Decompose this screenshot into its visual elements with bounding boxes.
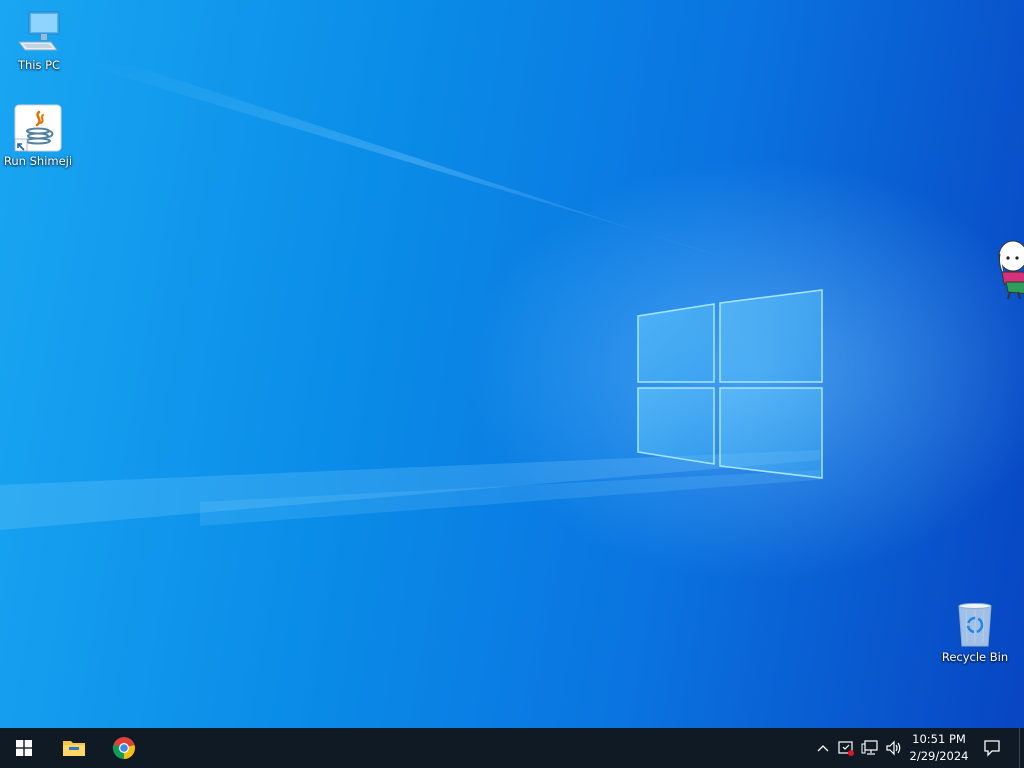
taskbar: 10:51 PM 2/29/2024 [0, 728, 1024, 768]
desktop-icon-run-shimeji[interactable]: Run Shimeji [0, 104, 76, 168]
taskbar-file-explorer[interactable] [50, 728, 98, 768]
java-icon [14, 104, 62, 152]
shimeji-character[interactable] [996, 238, 1024, 300]
taskbar-clock[interactable]: 10:51 PM 2/29/2024 [906, 731, 972, 765]
chrome-icon [112, 737, 135, 759]
show-hidden-icons-button[interactable] [813, 738, 833, 758]
windows-security-icon [838, 741, 854, 756]
notification-icon [984, 740, 1000, 757]
computer-icon [15, 8, 63, 56]
windows-start-icon [16, 740, 32, 756]
taskbar-chrome[interactable] [100, 728, 148, 768]
desktop-icon-recycle-bin[interactable]: Recycle Bin [937, 600, 1013, 664]
light-beam [200, 470, 820, 526]
desktop[interactable]: This PC Run Shimeji Recycle Bin [0, 0, 1024, 728]
file-explorer-icon [63, 741, 85, 756]
windows-logo-wallpaper [637, 289, 823, 479]
volume-icon [886, 740, 901, 756]
windows-security-tray[interactable] [836, 738, 856, 758]
chevron-up-icon [817, 745, 829, 752]
desktop-icon-label: This PC [17, 58, 61, 72]
action-center-button[interactable] [980, 728, 1004, 768]
desktop-icon-this-pc[interactable]: This PC [1, 8, 77, 72]
volume-tray[interactable] [884, 738, 904, 758]
network-icon [861, 740, 878, 755]
start-button[interactable] [0, 728, 48, 768]
desktop-icon-label: Recycle Bin [941, 650, 1009, 664]
recycle-bin-icon [951, 600, 999, 648]
clock-date: 2/29/2024 [909, 749, 969, 763]
light-beam [0, 40, 820, 290]
show-desktop-button[interactable] [1019, 728, 1024, 768]
network-tray[interactable] [860, 738, 880, 758]
desktop-icon-label: Run Shimeji [3, 154, 73, 168]
clock-time: 10:51 PM [912, 732, 966, 746]
